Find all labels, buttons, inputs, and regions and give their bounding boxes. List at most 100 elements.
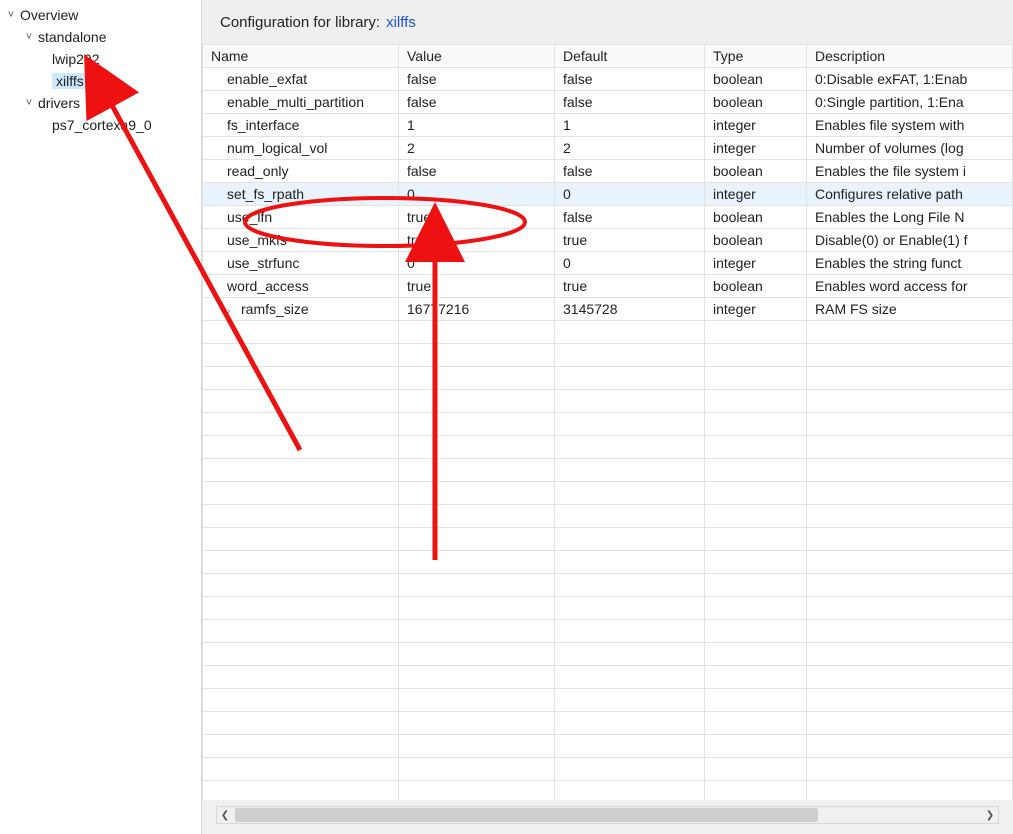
table-row[interactable]: ›ramfs_size167772163145728integerRAM FS … — [203, 298, 1013, 321]
tree-node-xilffs[interactable]: xilffs — [0, 70, 201, 92]
table-row[interactable]: use_mkfstruetruebooleanDisable(0) or Ena… — [203, 229, 1013, 252]
cell-name-text: read_only — [227, 163, 289, 179]
chevron-down-icon[interactable]: ˅ — [22, 31, 36, 43]
empty-cell — [807, 459, 1013, 482]
table-row — [203, 344, 1013, 367]
table-row — [203, 758, 1013, 781]
column-header-value[interactable]: Value — [399, 45, 555, 68]
cell-name-text: fs_interface — [227, 117, 299, 133]
chevron-right-icon[interactable]: › — [227, 306, 239, 317]
empty-cell — [705, 436, 807, 459]
empty-cell — [203, 758, 399, 781]
empty-cell — [555, 367, 705, 390]
cell-value[interactable]: true — [399, 206, 555, 229]
cell-name[interactable]: enable_exfat — [203, 68, 399, 91]
horizontal-scrollbar[interactable]: ❮ ❯ — [216, 806, 999, 824]
cell-value[interactable]: false — [399, 160, 555, 183]
cell-name[interactable]: enable_multi_partition — [203, 91, 399, 114]
cell-value[interactable]: false — [399, 91, 555, 114]
empty-cell — [705, 666, 807, 689]
table-row[interactable]: enable_exfatfalsefalseboolean0:Disable e… — [203, 68, 1013, 91]
table-row[interactable]: num_logical_vol22integerNumber of volume… — [203, 137, 1013, 160]
cell-name-text: use_strfunc — [227, 255, 299, 271]
cell-value[interactable]: false — [399, 68, 555, 91]
column-header-type[interactable]: Type — [705, 45, 807, 68]
cell-value[interactable]: true — [399, 275, 555, 298]
table-row[interactable]: word_accesstruetruebooleanEnables word a… — [203, 275, 1013, 298]
empty-cell — [705, 505, 807, 528]
cell-name[interactable]: use_lfn — [203, 206, 399, 229]
sidebar-tree: ˅Overview˅standalonelwip202xilffs˅driver… — [0, 0, 202, 834]
empty-cell — [399, 505, 555, 528]
config-header-prefix: Configuration for library: — [220, 14, 380, 31]
chevron-down-icon[interactable]: ˅ — [22, 97, 36, 109]
cell-name[interactable]: fs_interface — [203, 114, 399, 137]
empty-cell — [705, 689, 807, 712]
cell-default: true — [555, 275, 705, 298]
scroll-left-icon[interactable]: ❮ — [217, 807, 233, 823]
cell-name[interactable]: use_strfunc — [203, 252, 399, 275]
empty-cell — [807, 344, 1013, 367]
cell-value[interactable]: 0 — [399, 183, 555, 206]
empty-cell — [399, 781, 555, 801]
cell-name[interactable]: word_access — [203, 275, 399, 298]
cell-desc: Configures relative path — [807, 183, 1013, 206]
empty-cell — [203, 344, 399, 367]
table-row[interactable]: use_strfunc00integerEnables the string f… — [203, 252, 1013, 275]
table-row[interactable]: fs_interface11integerEnables file system… — [203, 114, 1013, 137]
cell-name-text: enable_multi_partition — [227, 94, 364, 110]
empty-cell — [555, 643, 705, 666]
column-header-description[interactable]: Description — [807, 45, 1013, 68]
empty-cell — [399, 367, 555, 390]
scroll-right-icon[interactable]: ❯ — [982, 807, 998, 823]
table-row — [203, 666, 1013, 689]
empty-cell — [807, 781, 1013, 801]
tree-node-standalone[interactable]: ˅standalone — [0, 26, 201, 48]
column-header-name[interactable]: Name — [203, 45, 399, 68]
cell-desc: 0:Disable exFAT, 1:Enab — [807, 68, 1013, 91]
cell-desc: Enables the Long File N — [807, 206, 1013, 229]
empty-cell — [807, 436, 1013, 459]
chevron-down-icon[interactable]: ˅ — [4, 9, 18, 21]
cell-value[interactable]: 1 — [399, 114, 555, 137]
table-row[interactable]: read_onlyfalsefalsebooleanEnables the fi… — [203, 160, 1013, 183]
cell-value[interactable]: 2 — [399, 137, 555, 160]
empty-cell — [555, 436, 705, 459]
tree-node-overview[interactable]: ˅Overview — [0, 4, 201, 26]
table-row[interactable]: use_lfntruefalsebooleanEnables the Long … — [203, 206, 1013, 229]
cell-value[interactable]: 16777216 — [399, 298, 555, 321]
empty-cell — [705, 367, 807, 390]
cell-value[interactable]: 0 — [399, 252, 555, 275]
tree-node-ps7-cortexa9-0[interactable]: ps7_cortexa9_0 — [0, 114, 201, 136]
cell-name[interactable]: read_only — [203, 160, 399, 183]
empty-cell — [203, 367, 399, 390]
table-row[interactable]: enable_multi_partitionfalsefalseboolean0… — [203, 91, 1013, 114]
cell-desc: Enables word access for — [807, 275, 1013, 298]
empty-cell — [555, 528, 705, 551]
tree-node-drivers[interactable]: ˅drivers — [0, 92, 201, 114]
cell-name[interactable]: ›ramfs_size — [203, 298, 399, 321]
empty-cell — [807, 620, 1013, 643]
cell-value[interactable]: true — [399, 229, 555, 252]
empty-cell — [399, 528, 555, 551]
empty-cell — [705, 712, 807, 735]
empty-cell — [203, 643, 399, 666]
cell-desc: Disable(0) or Enable(1) f — [807, 229, 1013, 252]
cell-name[interactable]: set_fs_rpath — [203, 183, 399, 206]
empty-cell — [705, 735, 807, 758]
tree-node-lwip202[interactable]: lwip202 — [0, 48, 201, 70]
table-row — [203, 459, 1013, 482]
cell-name-text: set_fs_rpath — [227, 186, 304, 202]
column-header-default[interactable]: Default — [555, 45, 705, 68]
empty-cell — [399, 643, 555, 666]
scrollbar-thumb[interactable] — [235, 808, 818, 822]
table-row — [203, 390, 1013, 413]
cell-type: boolean — [705, 206, 807, 229]
empty-cell — [807, 367, 1013, 390]
cell-type: boolean — [705, 68, 807, 91]
table-row[interactable]: set_fs_rpath00integerConfigures relative… — [203, 183, 1013, 206]
empty-cell — [705, 781, 807, 801]
cell-name[interactable]: num_logical_vol — [203, 137, 399, 160]
cell-name[interactable]: use_mkfs — [203, 229, 399, 252]
empty-cell — [807, 390, 1013, 413]
